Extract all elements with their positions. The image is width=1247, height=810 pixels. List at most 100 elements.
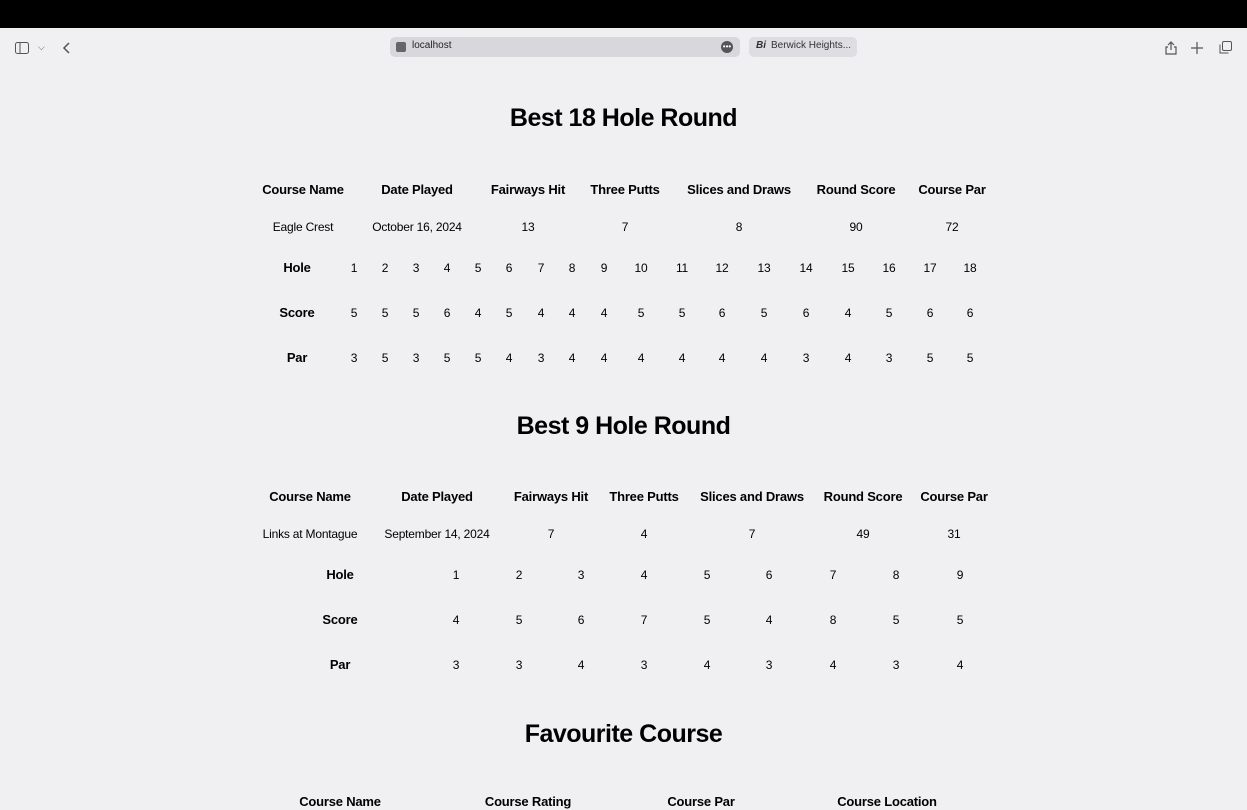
par-cell: 4 [505,351,513,365]
par-cell: 4 [637,351,645,365]
column-header: Course Location [837,794,937,809]
score-cell: 5 [515,613,523,627]
hole-cell: 12 [715,261,729,275]
hole-cell: 5 [474,261,482,275]
hole-cell: 16 [882,261,896,275]
column-header: Fairways Hit [513,489,589,504]
tab-berwick-heights[interactable]: Bi Berwick Heights... [749,37,857,57]
summary-cell: 7 [748,527,756,541]
column-header: Round Score [823,489,903,504]
par-cell: 5 [381,351,389,365]
par-cell: 3 [765,658,773,672]
par-cell: 4 [678,351,686,365]
hole-cell: 8 [892,568,900,582]
par-cell: 3 [892,658,900,672]
row-label-hole: Hole [283,260,311,275]
hole-cell: 6 [505,261,513,275]
hole-cell: 3 [577,568,585,582]
chevron-down-icon[interactable]: ⌵ [38,28,45,66]
row-label-par: Par [286,350,308,365]
summary-cell: September 14, 2024 [384,527,490,541]
score-cell: 5 [505,306,513,320]
hole-cell: 9 [600,261,608,275]
sidebar-toggle-icon[interactable] [15,28,29,66]
hole-cell: 13 [757,261,771,275]
column-header: Three Putts [590,182,660,197]
address-bar[interactable]: localhost ••• [390,37,740,57]
share-icon[interactable] [1165,28,1177,66]
score-cell: 4 [474,306,482,320]
hole-cell: 6 [765,568,773,582]
score-cell: 5 [381,306,389,320]
more-options-icon[interactable]: ••• [721,41,733,53]
summary-cell: 4 [640,527,648,541]
address-url: localhost [412,40,452,51]
tab-overview-icon[interactable] [1219,28,1232,66]
par-cell: 4 [829,658,837,672]
summary-cell: 7 [547,527,555,541]
par-cell: 3 [412,351,420,365]
score-cell: 6 [802,306,810,320]
hole-cell: 10 [634,261,648,275]
par-cell: 4 [844,351,852,365]
par-cell: 5 [966,351,974,365]
column-header: Course Name [269,489,351,504]
par-cell: 3 [350,351,358,365]
hole-cell: 17 [923,261,937,275]
summary-cell: Links at Montague [262,527,358,541]
score-cell: 5 [885,306,893,320]
score-cell: 6 [718,306,726,320]
column-header: Slices and Draws [700,489,804,504]
hole-cell: 1 [350,261,358,275]
par-cell: 5 [926,351,934,365]
score-cell: 5 [892,613,900,627]
column-header: Course Rating [484,794,572,809]
column-header: Date Played [401,489,473,504]
score-cell: 4 [537,306,545,320]
row-label-score: Score [322,612,358,627]
par-cell: 4 [956,658,964,672]
par-cell: 4 [568,351,576,365]
summary-cell: 31 [947,527,961,541]
score-cell: 5 [350,306,358,320]
par-cell: 5 [443,351,451,365]
column-header: Course Par [918,182,986,197]
score-cell: 4 [568,306,576,320]
score-cell: 6 [926,306,934,320]
par-cell: 5 [474,351,482,365]
row-label-hole: Hole [326,567,354,582]
score-cell: 6 [966,306,974,320]
column-header: Course Par [920,489,988,504]
column-header: Fairways Hit [490,182,566,197]
column-header: Slices and Draws [687,182,791,197]
summary-cell: 72 [945,220,959,234]
hole-cell: 15 [841,261,855,275]
par-cell: 4 [703,658,711,672]
score-cell: 4 [844,306,852,320]
score-cell: 5 [637,306,645,320]
hole-cell: 4 [640,568,648,582]
par-cell: 3 [515,658,523,672]
back-icon[interactable] [62,28,70,66]
column-header: Course Par [667,794,735,809]
score-cell: 8 [829,613,837,627]
score-cell: 5 [412,306,420,320]
par-cell: 4 [600,351,608,365]
score-cell: 4 [600,306,608,320]
tab-favicon-icon: Bi [756,40,766,51]
summary-cell: 13 [521,220,535,234]
new-tab-icon[interactable] [1191,28,1203,66]
summary-cell: 7 [621,220,629,234]
score-cell: 4 [452,613,460,627]
score-cell: 6 [577,613,585,627]
row-label-score: Score [279,305,315,320]
summary-cell: 8 [735,220,743,234]
hole-cell: 1 [452,568,460,582]
hole-cell: 11 [675,261,689,275]
summary-cell: Eagle Crest [272,220,334,234]
hole-cell: 7 [537,261,545,275]
hole-cell: 7 [829,568,837,582]
hole-cell: 2 [381,261,389,275]
column-header: Course Name [299,794,381,809]
score-cell: 7 [640,613,648,627]
